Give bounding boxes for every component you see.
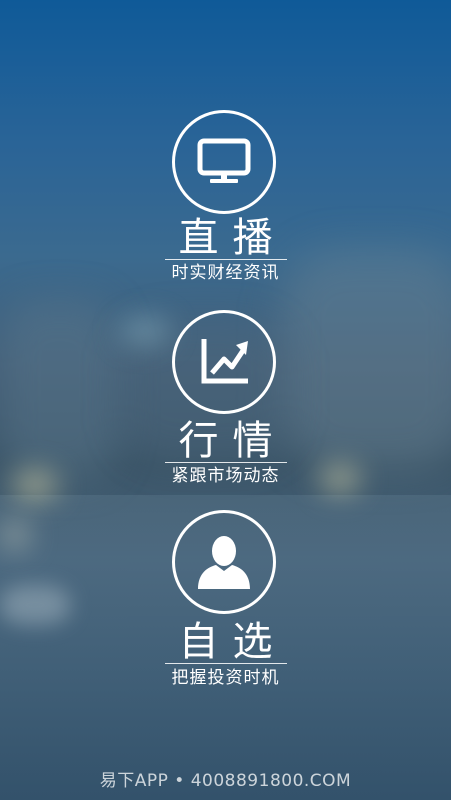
menu-subtitle-quotes[interactable]: 紧跟市场动态 — [0, 465, 451, 487]
trend-chart-icon-circle[interactable] — [172, 310, 276, 414]
footer-brand-text: 易下APP • 4008891800.COM — [99, 771, 352, 791]
user-icon-circle[interactable] — [172, 510, 276, 614]
divider — [165, 259, 287, 260]
trend-chart-icon — [201, 339, 248, 384]
menu-title-watchlist[interactable]: 自选 — [0, 618, 451, 666]
divider — [165, 663, 287, 664]
monitor-icon — [197, 138, 251, 183]
menu-title-quotes[interactable]: 行情 — [0, 417, 451, 465]
menu-title-live[interactable]: 直播 — [0, 214, 451, 262]
user-icon — [198, 536, 250, 589]
menu-subtitle-watchlist[interactable]: 把握投资时机 — [0, 667, 451, 689]
monitor-icon-circle[interactable] — [172, 110, 276, 214]
divider — [165, 462, 287, 463]
menu-subtitle-live[interactable]: 时实财经资讯 — [0, 262, 451, 284]
